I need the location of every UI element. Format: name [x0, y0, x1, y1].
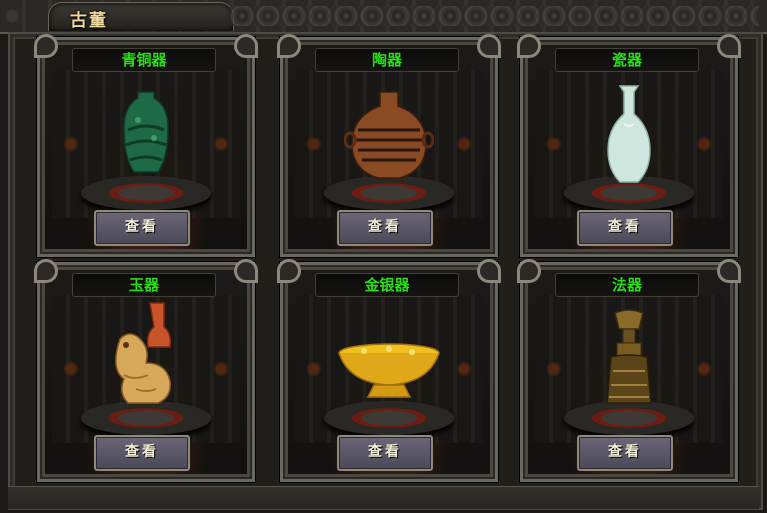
item-name: 青铜器 — [72, 48, 216, 72]
view-button-bronze[interactable]: 查看 — [94, 210, 190, 246]
view-button-jade[interactable]: 查看 — [94, 435, 190, 471]
item-card-ritual: 法器 查看 — [517, 259, 741, 482]
pedestal — [324, 401, 454, 435]
gold-bowl-icon — [338, 343, 440, 398]
title-bar: 古董 — [0, 0, 767, 34]
item-name: 瓷器 — [555, 48, 699, 72]
view-button-ritual[interactable]: 查看 — [577, 435, 673, 471]
jade-dragon-icon — [115, 302, 172, 404]
item-name: 陶器 — [315, 48, 459, 72]
pedestal — [81, 176, 211, 210]
pottery-jar-icon — [344, 91, 434, 179]
item-card-bronze: 青铜器 查看 — [34, 34, 258, 257]
item-card-porcelain: 瓷器 查看 — [517, 34, 741, 257]
item-name: 法器 — [555, 273, 699, 297]
item-card-jade: 玉器 查看 — [34, 259, 258, 482]
porcelain-vase-icon — [607, 85, 651, 183]
item-name: 金银器 — [315, 273, 459, 297]
view-button-porcelain[interactable]: 查看 — [577, 210, 673, 246]
bottom-border — [8, 486, 759, 509]
ritual-vajra-icon — [606, 309, 652, 404]
pedestal — [324, 176, 454, 210]
view-button-gold-silver[interactable]: 查看 — [337, 435, 433, 471]
item-name: 玉器 — [72, 273, 216, 297]
view-button-pottery[interactable]: 查看 — [337, 210, 433, 246]
window-title: 古董 — [70, 11, 108, 31]
item-card-gold-silver: 金银器 查看 — [277, 259, 501, 482]
bronze-vase-icon — [123, 91, 169, 173]
item-card-pottery: 陶器 查看 — [277, 34, 501, 257]
